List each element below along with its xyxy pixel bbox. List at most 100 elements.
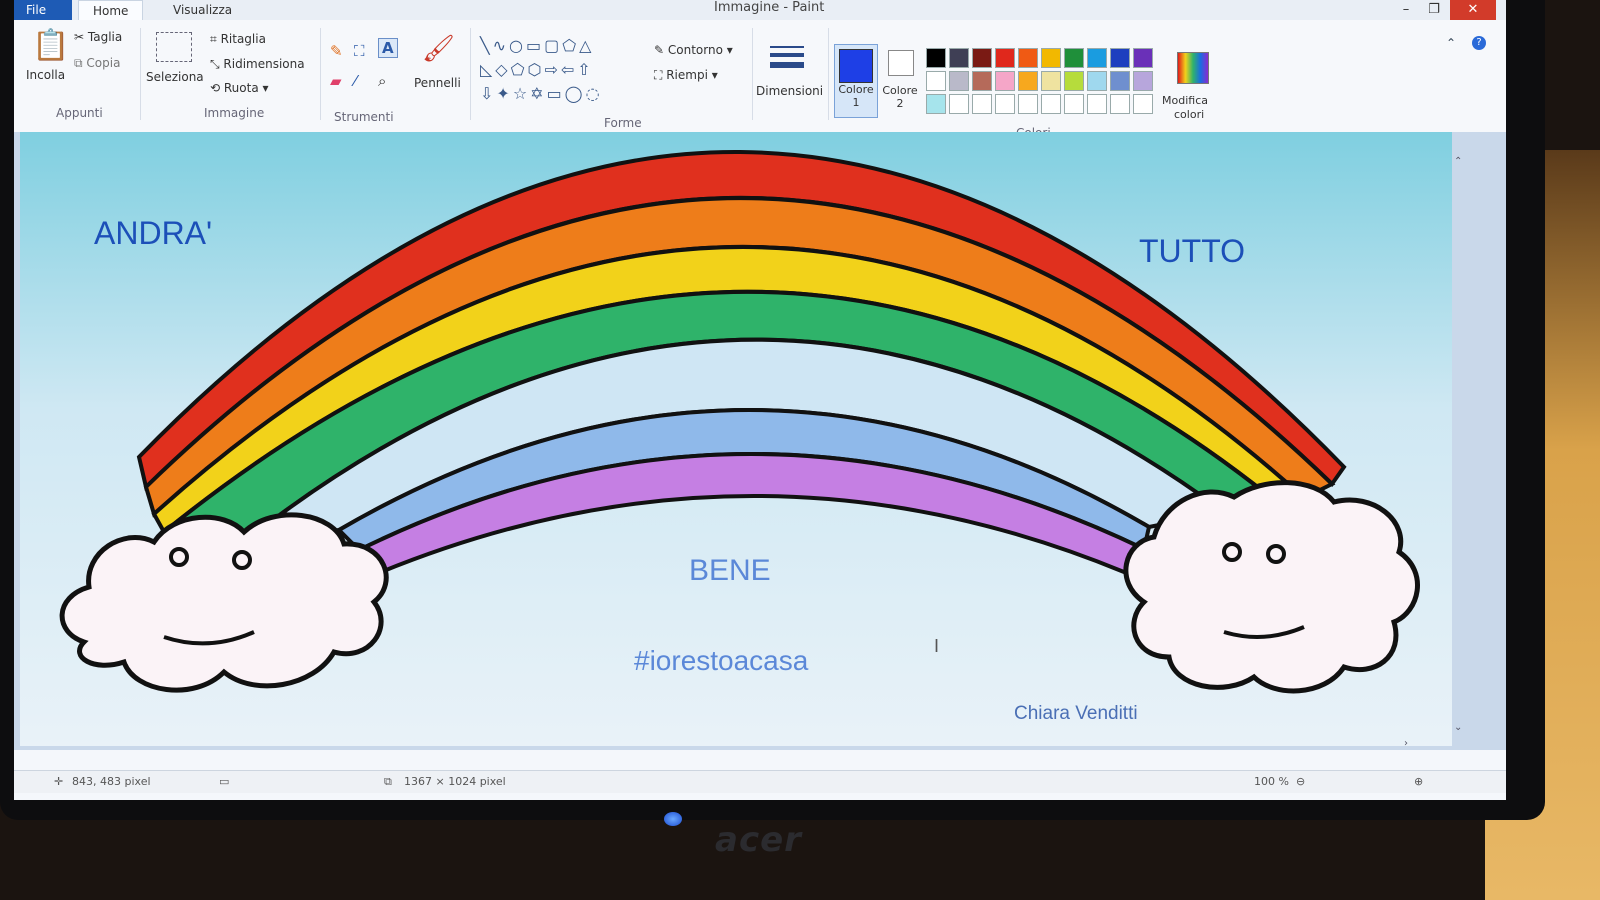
palette-color-swatch[interactable] — [926, 94, 946, 114]
pencil-icon[interactable]: ✎ — [330, 42, 343, 60]
fill-label: Riempi — [666, 68, 708, 82]
canvas-area: ANDRA' TUTTO BENE #iorestoacasa Chiara V… — [14, 132, 1506, 750]
zoom-level: 100 % — [1254, 775, 1289, 788]
collapse-ribbon-icon[interactable]: ⌃ — [1446, 36, 1456, 50]
cut-button[interactable]: ✂ Taglia — [74, 30, 122, 44]
crop-label: Ritaglia — [220, 32, 266, 46]
fill-button[interactable]: ⛶ Riempi ▾ — [654, 68, 718, 83]
clipboard-icon[interactable]: 📋 — [32, 28, 69, 63]
size-label[interactable]: Dimensioni — [756, 84, 823, 98]
palette-color-swatch[interactable] — [1041, 48, 1061, 68]
divider — [828, 28, 829, 120]
scroll-up-icon[interactable]: ⌃ — [1454, 156, 1462, 167]
shapes-gallery-row3[interactable]: ⇩✦☆✡▭◯◌ — [480, 84, 603, 103]
palette-color-swatch[interactable] — [1087, 71, 1107, 91]
scroll-down-icon[interactable]: ⌄ — [1454, 722, 1462, 733]
palette-color-swatch[interactable] — [1018, 94, 1038, 114]
outline-button[interactable]: ✎ Contorno ▾ — [654, 43, 733, 57]
brush-icon[interactable]: 🖌 — [422, 34, 455, 64]
edit-colors-label[interactable]: Modifica — [1162, 94, 1208, 107]
zoom-in-button[interactable]: ⊕ — [1414, 775, 1423, 788]
text-andra: ANDRA' — [94, 215, 212, 251]
text-hashtag: #iorestoacasa — [634, 645, 809, 676]
palette-color-swatch[interactable] — [1041, 94, 1061, 114]
outline-icon: ✎ — [654, 43, 668, 57]
title-bar: File Home Visualizza Immagine - Paint – … — [14, 0, 1506, 21]
palette-color-swatch[interactable] — [1018, 71, 1038, 91]
color-picker-icon[interactable]: ⁄ — [354, 72, 357, 90]
scroll-right-icon[interactable]: › — [1404, 738, 1408, 749]
magnifier-icon[interactable]: ⌕ — [378, 72, 386, 90]
eraser-icon[interactable]: ▰ — [330, 72, 342, 90]
chevron-down-icon: ▾ — [258, 81, 269, 95]
select-icon[interactable] — [156, 32, 192, 62]
group-image: Immagine — [204, 106, 265, 120]
palette-color-swatch[interactable] — [1041, 71, 1061, 91]
color1-button[interactable]: Colore 1 — [834, 44, 878, 118]
palette-color-swatch[interactable] — [995, 71, 1015, 91]
select-label[interactable]: Seleziona — [146, 70, 204, 84]
copy-label: Copia — [86, 56, 121, 70]
minimize-button[interactable]: – — [1391, 0, 1421, 20]
crop-button[interactable]: ⌗ Ritaglia — [210, 32, 266, 47]
rotate-label: Ruota — [223, 81, 259, 95]
edit-colors-icon[interactable] — [1177, 52, 1209, 84]
divider — [320, 28, 321, 120]
palette-color-swatch[interactable] — [995, 94, 1015, 114]
cursor-position-icon: ✛ — [54, 775, 64, 788]
palette-color-swatch[interactable] — [1064, 48, 1084, 68]
text-bene: BENE — [689, 554, 771, 587]
resize-label: Ridimensiona — [223, 57, 305, 71]
palette-color-swatch[interactable] — [949, 94, 969, 114]
crop-icon: ⌗ — [210, 32, 221, 46]
text-author: Chiara Venditti — [1014, 703, 1138, 724]
restore-button[interactable]: ❐ — [1419, 0, 1449, 20]
palette-color-swatch[interactable] — [1064, 94, 1084, 114]
rotate-icon: ⟲ — [210, 81, 224, 95]
palette-color-swatch[interactable] — [1110, 71, 1130, 91]
shapes-gallery-row2[interactable]: ◺◇⬠⬡⇨⇦⇧ — [480, 60, 594, 79]
close-button[interactable]: ✕ — [1450, 0, 1496, 20]
brushes-label[interactable]: Pennelli — [414, 76, 461, 90]
image-size-icon: ⧉ — [384, 775, 392, 788]
palette-color-swatch[interactable] — [995, 48, 1015, 68]
rotate-button[interactable]: ⟲ Ruota ▾ — [210, 81, 269, 95]
paint-window: File Home Visualizza Immagine - Paint – … — [14, 0, 1506, 800]
palette-color-swatch[interactable] — [1064, 71, 1084, 91]
palette-color-swatch[interactable] — [972, 94, 992, 114]
resize-button[interactable]: ⤡ Ridimensiona — [210, 57, 305, 72]
palette-color-swatch[interactable] — [1110, 48, 1130, 68]
size-lines-icon[interactable] — [770, 46, 804, 68]
palette-color-swatch[interactable] — [972, 71, 992, 91]
palette-color-swatch[interactable] — [1133, 71, 1153, 91]
drawing-canvas[interactable]: ANDRA' TUTTO BENE #iorestoacasa Chiara V… — [14, 132, 1506, 750]
tab-home[interactable]: Home — [78, 0, 144, 21]
palette-color-swatch[interactable] — [949, 71, 969, 91]
palette-color-swatch[interactable] — [926, 71, 946, 91]
fill-bucket-icon[interactable]: ⛶ — [354, 42, 365, 60]
text-tool-icon[interactable]: A — [378, 38, 398, 58]
tab-file[interactable]: File — [14, 0, 72, 20]
palette-color-swatch[interactable] — [949, 48, 969, 68]
color2-button[interactable]: Colore 2 — [880, 48, 920, 116]
image-size: 1367 × 1024 pixel — [404, 775, 506, 788]
palette-color-swatch[interactable] — [1087, 94, 1107, 114]
edit-colors-label-2[interactable]: colori — [1174, 108, 1204, 121]
paste-label[interactable]: Incolla — [26, 68, 65, 82]
help-icon[interactable]: ? — [1472, 36, 1486, 50]
right-cloud — [1123, 480, 1420, 694]
palette-color-swatch[interactable] — [972, 48, 992, 68]
copy-button[interactable]: ⧉ Copia — [74, 56, 120, 71]
palette-color-swatch[interactable] — [1110, 94, 1130, 114]
palette-color-swatch[interactable] — [1133, 48, 1153, 68]
divider — [470, 28, 471, 120]
palette-color-swatch[interactable] — [926, 48, 946, 68]
zoom-out-button[interactable]: ⊖ — [1296, 775, 1305, 788]
color2-label: Colore — [882, 84, 918, 97]
shapes-gallery-row1[interactable]: ╲∿○▭▢⬠△ — [480, 36, 594, 55]
palette-color-swatch[interactable] — [1018, 48, 1038, 68]
palette-color-swatch[interactable] — [1133, 94, 1153, 114]
palette-color-swatch[interactable] — [1087, 48, 1107, 68]
cut-label: Taglia — [87, 30, 123, 44]
tab-view[interactable]: Visualizza — [159, 0, 246, 20]
